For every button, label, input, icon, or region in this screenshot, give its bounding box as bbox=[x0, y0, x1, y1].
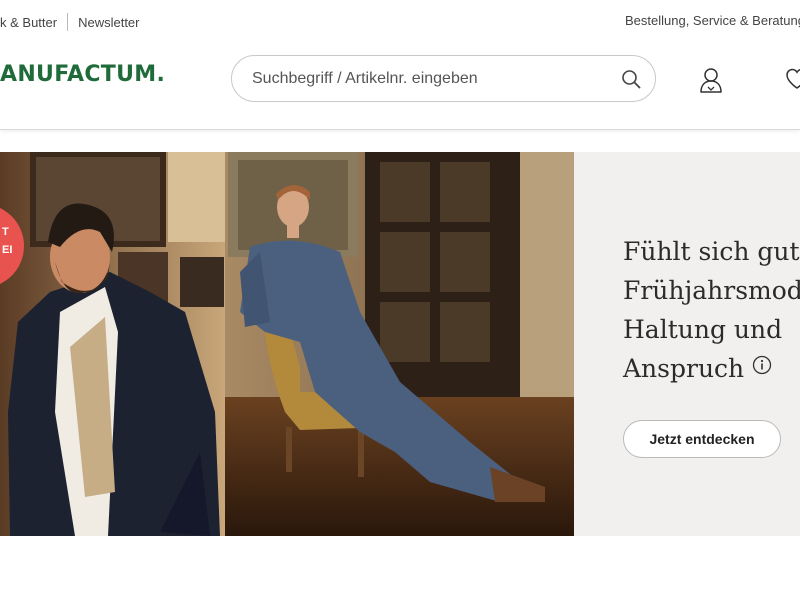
search-icon[interactable] bbox=[621, 69, 641, 89]
search-input[interactable] bbox=[252, 56, 612, 101]
manufactum-logo[interactable]: ANUFACTUM. bbox=[0, 62, 165, 87]
info-icon[interactable] bbox=[752, 355, 772, 375]
hero-banner: T EI Fühlt sich gut an Frühjahrsmode Hal… bbox=[0, 152, 800, 536]
hero-image[interactable]: T EI bbox=[0, 152, 574, 536]
hero-headline-line-3: Haltung und bbox=[623, 315, 783, 344]
top-link-divider bbox=[67, 13, 69, 31]
hero-headline-line-4: Anspruch bbox=[623, 349, 800, 388]
top-link-newsletter[interactable]: Newsletter bbox=[78, 15, 139, 30]
hero-headline-line-1: Fühlt sich gut an bbox=[623, 237, 800, 266]
site-header: ANUFACTUM. bbox=[0, 42, 800, 130]
hero-photo bbox=[0, 152, 574, 536]
top-links: k & Butter Newsletter bbox=[0, 13, 140, 31]
heart-icon[interactable] bbox=[785, 67, 800, 91]
search-bar[interactable] bbox=[231, 55, 656, 102]
sale-badge-text-1: T bbox=[2, 226, 9, 238]
hero-headline-line-4-text: Anspruch bbox=[623, 354, 745, 383]
top-bar: k & Butter Newsletter Bestellung, Servic… bbox=[0, 0, 800, 42]
service-link[interactable]: Bestellung, Service & Beratung bbox=[625, 13, 800, 28]
hero-headline: Fühlt sich gut an Frühjahrsmode Haltung … bbox=[623, 232, 800, 388]
hero-text-panel: Fühlt sich gut an Frühjahrsmode Haltung … bbox=[574, 152, 800, 536]
account-icon[interactable] bbox=[698, 66, 724, 94]
hero-headline-line-2: Frühjahrsmode bbox=[623, 276, 800, 305]
discover-button[interactable]: Jetzt entdecken bbox=[623, 420, 781, 458]
top-link-butter[interactable]: k & Butter bbox=[0, 15, 57, 30]
sale-badge-text-2: EI bbox=[2, 244, 13, 256]
